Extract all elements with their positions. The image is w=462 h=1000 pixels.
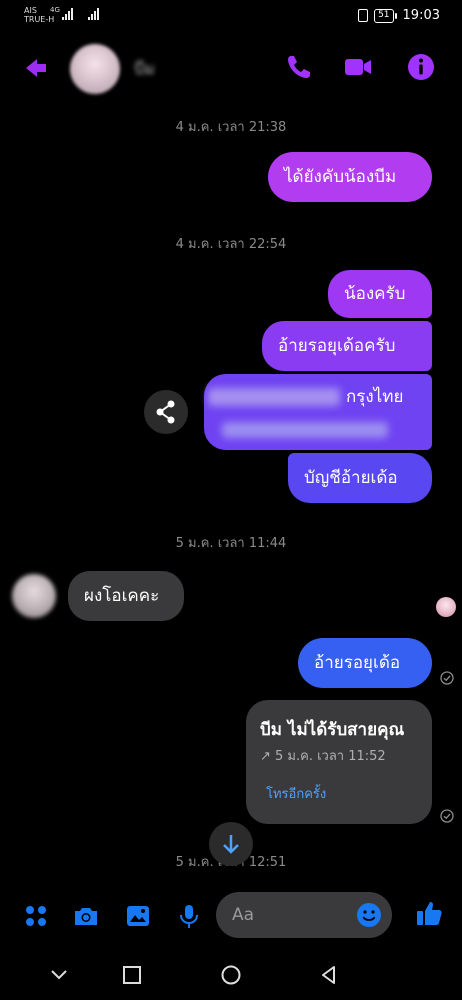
clock: 19:03 [402,8,440,23]
battery-icon: 51 [374,8,397,23]
scroll-to-bottom-button[interactable] [209,822,253,866]
back-arrow-icon[interactable] [22,54,50,82]
timestamp: 4 ม.ค. เวลา 21:38 [175,120,287,135]
sent-message-account[interactable]: กรุงไทย [204,374,432,450]
sent-message[interactable]: อ้ายรอยุเด้อครับ [262,321,432,371]
hide-keyboard-icon[interactable] [48,964,70,986]
redacted-account-name [222,422,388,438]
recents-icon[interactable] [121,964,143,986]
camera-icon[interactable] [72,902,100,930]
delivered-check-icon [440,671,454,685]
sent-message[interactable]: อ้ายรอยุเด้อ [298,638,432,688]
apps-grid-icon[interactable] [22,902,50,930]
message-input[interactable]: Aa [216,892,392,938]
call-again-link[interactable]: โทรอีกครั้ง [266,783,326,804]
chat-header: บีม [0,36,462,100]
redacted-account-number [208,388,340,406]
signal-icon-2 [88,8,99,20]
share-icon [156,400,175,424]
gallery-icon[interactable] [124,902,152,930]
battery-level: 51 [374,8,394,23]
contact-name[interactable]: บีม [134,57,155,82]
home-icon[interactable] [220,964,242,986]
vibrate-icon [358,9,369,22]
microphone-icon[interactable] [175,902,203,930]
signal-icon [62,8,73,20]
bank-name: กรุงไทย [346,387,404,407]
video-call-icon[interactable] [343,52,373,82]
sent-message[interactable]: น้องครับ [328,270,432,318]
contact-avatar-small[interactable] [12,574,56,618]
contact-avatar[interactable] [70,44,120,94]
delivered-check-icon [440,809,454,823]
composer-bar: Aa [0,890,462,942]
arrow-down-icon [223,835,239,854]
missed-call-card[interactable]: บีม ไม่ได้รับสายคุณ ↗ 5 ม.ค. เวลา 11:52 … [246,700,432,824]
emoji-icon[interactable] [356,902,382,928]
system-nav-bar [0,948,462,1000]
message-input-placeholder: Aa [232,905,255,925]
share-button[interactable] [144,390,188,434]
network-type: 4G [50,6,60,14]
back-icon[interactable] [318,964,340,986]
message-list[interactable]: 4 ม.ค. เวลา 21:38 ได้ยังคับน้องบีม 4 ม.ค… [0,100,462,890]
timestamp: 4 ม.ค. เวลา 22:54 [175,237,287,252]
status-bar: AIS TRUE-H 4G 51 19:03 [0,0,462,34]
received-message[interactable]: ผงโอเคคะ [68,571,184,621]
timestamp: 5 ม.ค. เวลา 11:44 [175,536,287,551]
phone-call-icon[interactable] [284,52,314,82]
missed-call-time: ↗ 5 ม.ค. เวลา 11:52 [260,749,386,764]
info-icon[interactable] [406,52,436,82]
seen-avatar [436,597,456,617]
missed-call-title: บีม ไม่ได้รับสายคุณ [260,720,405,740]
thumbs-up-icon[interactable] [414,898,444,928]
sent-message[interactable]: ได้ยังคับน้องบีม [268,152,432,202]
sent-message[interactable]: บัญชีอ้ายเด้อ [288,453,432,503]
